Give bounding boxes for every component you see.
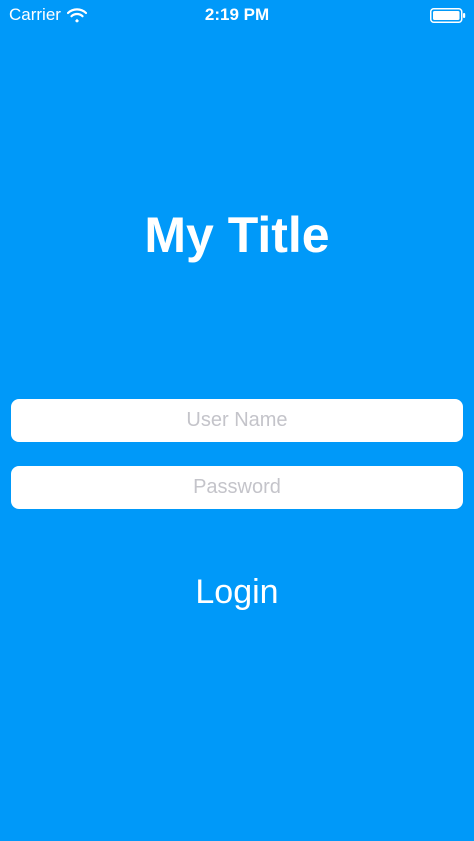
username-field[interactable] (11, 399, 463, 442)
login-button[interactable]: Login (137, 568, 337, 616)
status-time: 2:19 PM (204, 5, 270, 24)
status-bar: Carrier 2:19 PM (0, 0, 474, 32)
page-title: My Title (144, 207, 330, 263)
battery-icon (430, 8, 466, 23)
password-field[interactable] (11, 466, 463, 509)
